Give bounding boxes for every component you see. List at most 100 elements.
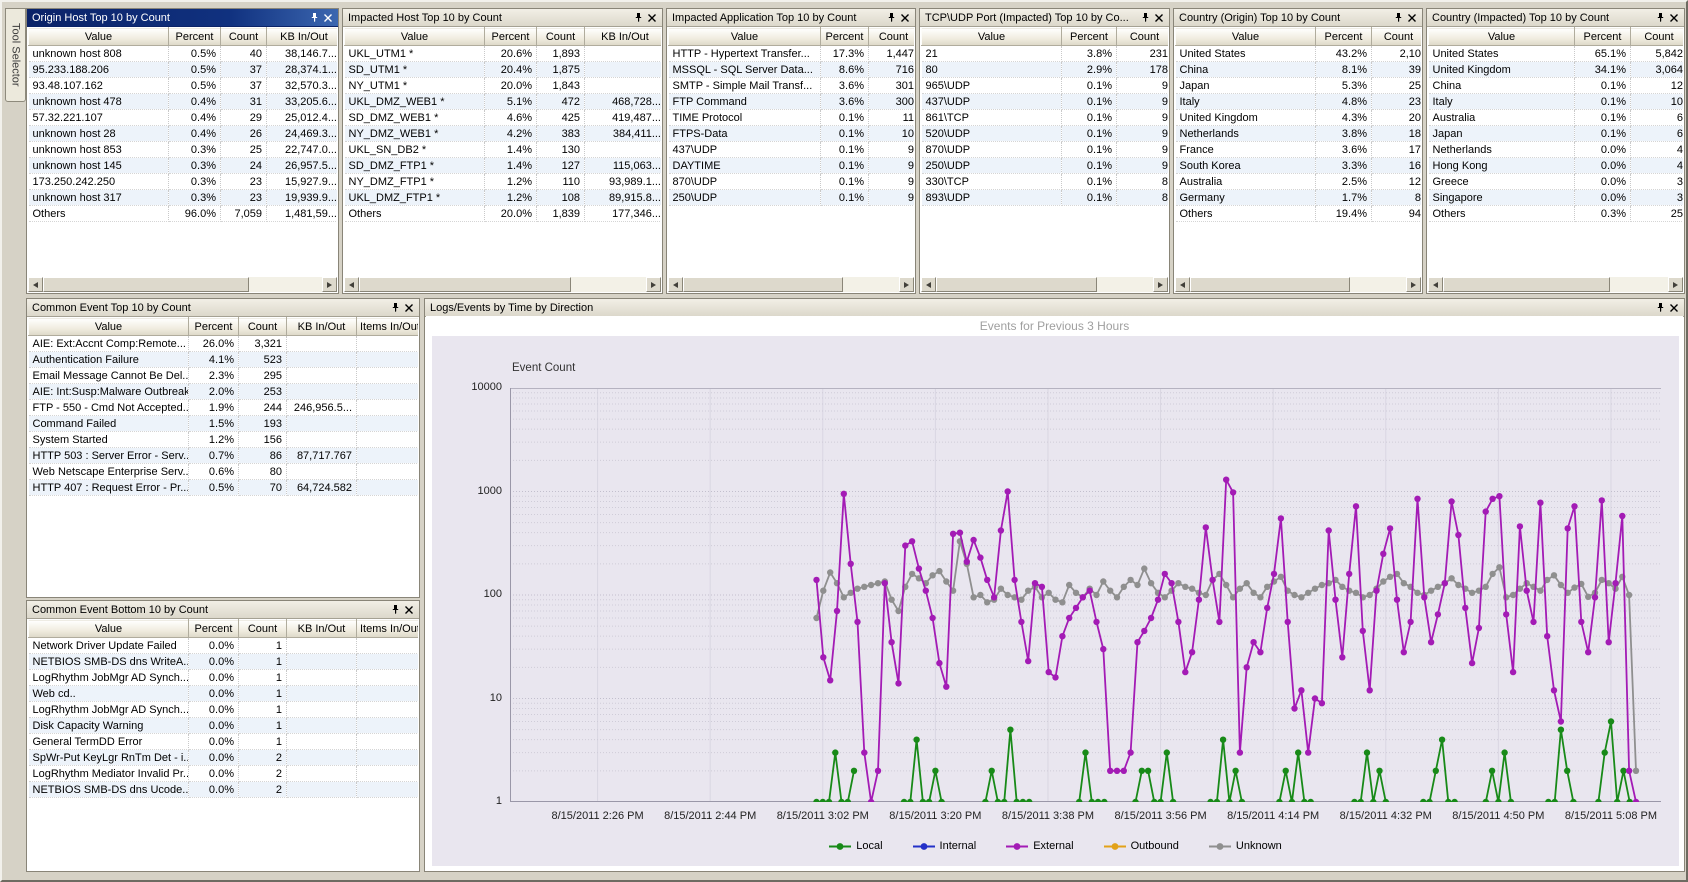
panel-titlebar[interactable]: Country (Impacted) Top 10 by Count <box>1427 9 1684 27</box>
column-header[interactable]: Items In/Out <box>357 318 419 336</box>
table-row[interactable]: Netherlands3.8%18 <box>1176 126 1422 142</box>
table-row[interactable]: UKL_DMZ_FTP1 *1.2%10889,915.8... <box>345 190 662 206</box>
table-row[interactable]: unknown host 8530.3%2522,747.0... <box>29 142 338 158</box>
table-row[interactable]: SD_DMZ_WEB1 *4.6%425419,487... <box>345 110 662 126</box>
horizontal-scrollbar[interactable] <box>28 277 337 292</box>
legend-item-unknown[interactable]: Unknown <box>1209 840 1282 852</box>
scroll-track[interactable] <box>936 277 1153 292</box>
table-row[interactable]: SpWr-Put KeyLgr RnTm Det - i...0.0%2 <box>29 750 419 766</box>
column-header[interactable]: Percent <box>821 28 869 46</box>
table-row[interactable]: HTTP 407 : Request Error - Pr...0.5%7064… <box>29 480 419 496</box>
table-row[interactable]: Others96.0%7,0591,481,59... <box>29 206 338 222</box>
table-row[interactable]: unknown host 4780.4%3133,205.6... <box>29 94 338 110</box>
scroll-track[interactable] <box>1190 277 1406 292</box>
column-header[interactable]: Count <box>869 28 915 46</box>
table-row[interactable]: General TermDD Error0.0%1 <box>29 734 419 750</box>
table-row[interactable]: China8.1%39 <box>1176 62 1422 78</box>
table-row[interactable]: 93.48.107.1620.5%3732,570.3... <box>29 78 338 94</box>
tool-selector-tab[interactable]: Tool Selector <box>5 8 26 102</box>
table-row[interactable]: 520\UDP0.1%9 <box>922 126 1169 142</box>
table-row[interactable]: NY_DMZ_FTP1 *1.2%11093,989.1... <box>345 174 662 190</box>
pin-icon[interactable] <box>631 11 645 24</box>
panel-titlebar[interactable]: Impacted Host Top 10 by Count <box>343 9 662 27</box>
pin-icon[interactable] <box>307 11 321 24</box>
scroll-right-button[interactable] <box>322 277 337 292</box>
table-row[interactable]: 250\UDP0.1%9 <box>669 190 915 206</box>
table-row[interactable]: System Started1.2%156 <box>29 432 419 448</box>
close-icon[interactable] <box>402 603 416 616</box>
column-header[interactable]: Count <box>239 318 287 336</box>
scroll-left-button[interactable] <box>1428 277 1443 292</box>
column-header[interactable]: KB In/Out <box>287 318 357 336</box>
pin-icon[interactable] <box>388 301 402 314</box>
table-row[interactable]: United Kingdom4.3%20 <box>1176 110 1422 126</box>
close-icon[interactable] <box>1152 11 1166 24</box>
close-icon[interactable] <box>645 11 659 24</box>
table-row[interactable]: SD_DMZ_FTP1 *1.4%127115,063... <box>345 158 662 174</box>
table-row[interactable]: AIE: Ext:Accnt Comp:Remote...26.0%3,321 <box>29 336 419 352</box>
column-header[interactable]: Count <box>239 620 287 638</box>
scroll-right-button[interactable] <box>899 277 914 292</box>
column-header[interactable]: KB In/Out <box>585 28 662 46</box>
table-row[interactable]: unknown host 3170.3%2319,939.9... <box>29 190 338 206</box>
column-header[interactable]: KB In/Out <box>287 620 357 638</box>
column-header[interactable]: Value <box>29 318 189 336</box>
table-row[interactable]: 965\UDP0.1%9 <box>922 78 1169 94</box>
column-header[interactable]: Percent <box>1062 28 1117 46</box>
table-row[interactable]: Others20.0%1,839177,346... <box>345 206 662 222</box>
table-row[interactable]: NETBIOS SMB-DS dns Ucode...0.0%2 <box>29 782 419 798</box>
scroll-left-button[interactable] <box>28 277 43 292</box>
legend-item-internal[interactable]: Internal <box>913 840 977 852</box>
scroll-left-button[interactable] <box>344 277 359 292</box>
scroll-track[interactable] <box>359 277 646 292</box>
table-row[interactable]: Others19.4%94 <box>1176 206 1422 222</box>
table-row[interactable]: United States65.1%5,842 <box>1429 46 1684 62</box>
table-row[interactable]: Others0.3%25 <box>1429 206 1684 222</box>
table-row[interactable]: Hong Kong0.0%4 <box>1429 158 1684 174</box>
column-header[interactable]: Value <box>922 28 1062 46</box>
table-row[interactable]: NETBIOS SMB-DS dns WriteA...0.0%1 <box>29 654 419 670</box>
table-row[interactable]: 95.233.188.2060.5%3728,374.1... <box>29 62 338 78</box>
table-row[interactable]: unknown host 280.4%2624,469.3... <box>29 126 338 142</box>
panel-titlebar[interactable]: Origin Host Top 10 by Count <box>27 9 338 27</box>
table-row[interactable]: 250\UDP0.1%9 <box>922 158 1169 174</box>
panel-titlebar[interactable]: Common Event Bottom 10 by Count <box>27 601 419 619</box>
table-row[interactable]: United States43.2%2,10 <box>1176 46 1422 62</box>
table-row[interactable]: 893\UDP0.1%8 <box>922 190 1169 206</box>
column-header[interactable]: Count <box>1631 28 1684 46</box>
column-header[interactable]: Percent <box>169 28 221 46</box>
pin-icon[interactable] <box>1138 11 1152 24</box>
table-row[interactable]: 802.9%178 <box>922 62 1169 78</box>
legend-item-outbound[interactable]: Outbound <box>1104 840 1179 852</box>
table-row[interactable]: United Kingdom34.1%3,064 <box>1429 62 1684 78</box>
horizontal-scrollbar[interactable] <box>344 277 661 292</box>
close-icon[interactable] <box>1405 11 1419 24</box>
table-row[interactable]: Singapore0.0%3 <box>1429 190 1684 206</box>
scroll-thumb[interactable] <box>359 277 571 292</box>
column-header[interactable]: Percent <box>485 28 537 46</box>
column-header[interactable]: Value <box>1176 28 1316 46</box>
pin-icon[interactable] <box>884 11 898 24</box>
column-header[interactable]: Count <box>1117 28 1169 46</box>
table-row[interactable]: LogRhythm Mediator Invalid Pr...0.0%2 <box>29 766 419 782</box>
column-header[interactable]: Value <box>345 28 485 46</box>
scroll-right-button[interactable] <box>646 277 661 292</box>
table-row[interactable]: AIE: Int:Susp:Malware Outbreak2.0%253 <box>29 384 419 400</box>
close-icon[interactable] <box>321 11 335 24</box>
table-row[interactable]: China0.1%12 <box>1429 78 1684 94</box>
scroll-left-button[interactable] <box>668 277 683 292</box>
close-icon[interactable] <box>898 11 912 24</box>
panel-titlebar[interactable]: Country (Origin) Top 10 by Count <box>1174 9 1422 27</box>
table-row[interactable]: SMTP - Simple Mail Transf...3.6%301 <box>669 78 915 94</box>
scroll-thumb[interactable] <box>43 277 249 292</box>
table-row[interactable]: Email Message Cannot Be Del...2.3%295 <box>29 368 419 384</box>
table-row[interactable]: 870\UDP0.1%9 <box>922 142 1169 158</box>
table-row[interactable]: Australia0.1%6 <box>1429 110 1684 126</box>
panel-titlebar[interactable]: TCP\UDP Port (Impacted) Top 10 by Co... <box>920 9 1169 27</box>
scroll-right-button[interactable] <box>1406 277 1421 292</box>
table-row[interactable]: NY_UTM1 *20.0%1,843 <box>345 78 662 94</box>
column-header[interactable]: Count <box>221 28 267 46</box>
table-row[interactable]: Italy0.1%10 <box>1429 94 1684 110</box>
column-header[interactable]: Percent <box>1316 28 1372 46</box>
table-row[interactable]: South Korea3.3%16 <box>1176 158 1422 174</box>
